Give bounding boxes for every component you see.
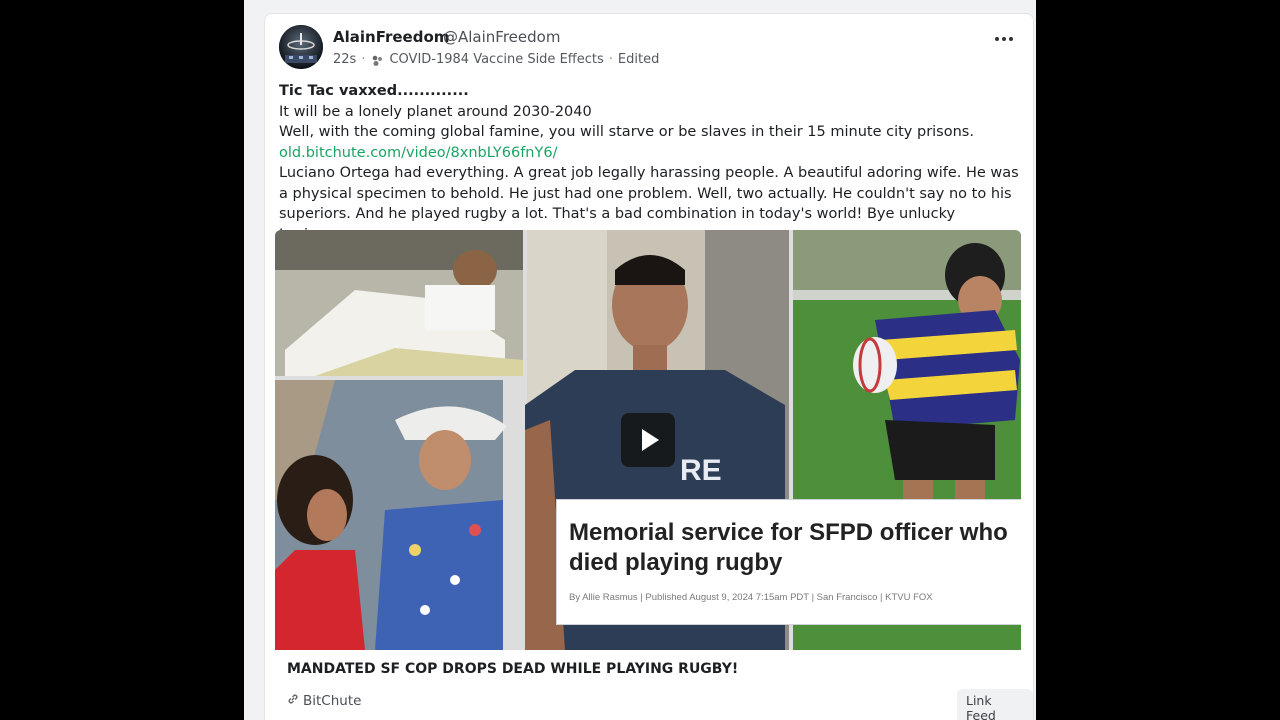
separator-dot: · [361,52,366,67]
community-link[interactable]: COVID-1984 Vaccine Side Effects [389,52,603,67]
author-avatar[interactable] [279,25,323,69]
video-link[interactable]: old.bitchute.com/video/8xnbLY66fnY6/ [279,145,557,161]
embed-source-label: BitChute [303,693,362,709]
post-meta: 22s · COVID-1984 Vaccine Side Effects · … [333,52,659,67]
community-icon [370,53,384,67]
more-dot [1009,37,1013,41]
separator-dot: · [608,52,613,67]
link-feed-badge[interactable]: Link Feed [957,689,1033,720]
svg-text:RE: RE [680,454,722,487]
post-headline: Tic Tac vaxxed............. [279,83,469,99]
post-body: Tic Tac vaxxed............. It will be a… [279,81,1019,245]
video-caption-overlay: Memorial service for SFPD officer who di… [557,500,1021,624]
more-dot [1002,37,1006,41]
play-icon[interactable] [621,413,675,467]
caption-headline: Memorial service for SFPD officer who di… [569,519,1008,576]
link-icon [287,693,299,709]
feed-column: AlainFreedom @AlainFreedom 22s · COVID-1… [244,0,1036,720]
caption-byline: By Allie Rasmus | Published August 9, 20… [569,592,933,603]
post-time[interactable]: 22s [333,52,356,67]
video-thumbnail[interactable]: RE Memorial service for SFPD officer who… [275,230,1021,650]
author-name[interactable]: AlainFreedom [333,28,449,46]
author-handle[interactable]: @AlainFreedom [443,28,560,46]
more-dot [995,37,999,41]
post-text-line: Well, with the coming global famine, you… [279,124,974,140]
post-text-line: It will be a lonely planet around 2030-2… [279,103,592,120]
embed-link-title[interactable]: MANDATED SF COP DROPS DEAD WHILE PLAYING… [287,661,738,677]
embed-source[interactable]: BitChute [287,693,361,709]
edited-label: Edited [617,52,660,67]
post-card: AlainFreedom @AlainFreedom 22s · COVID-1… [264,13,1034,720]
more-horizontal-icon[interactable] [993,30,1015,48]
